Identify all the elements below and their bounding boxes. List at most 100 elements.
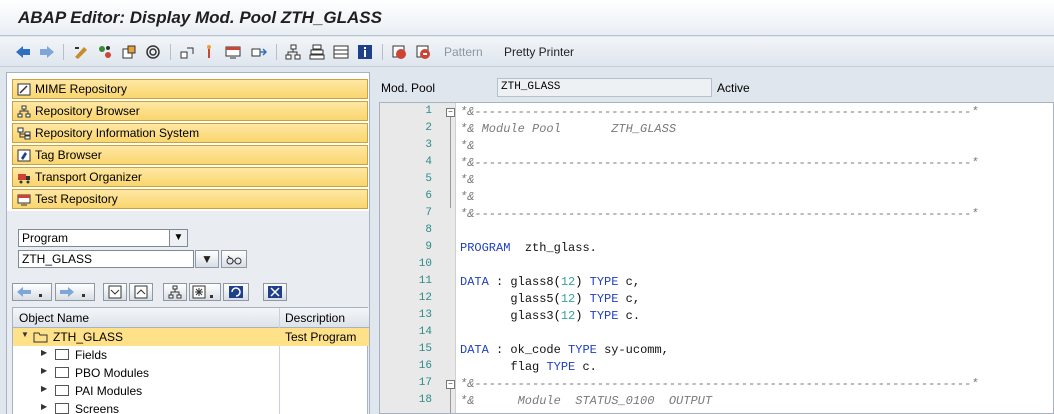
- close-tree-button[interactable]: [263, 283, 287, 301]
- nav-transport-organizer[interactable]: Transport Organizer: [12, 167, 368, 187]
- toolbar-separator: [170, 44, 171, 60]
- chevron-down-icon[interactable]: ▼: [169, 230, 187, 246]
- object-type-select[interactable]: Program ▼: [18, 229, 188, 247]
- line-number: 4: [425, 156, 432, 168]
- nav-mime-repository[interactable]: MIME Repository: [12, 79, 368, 99]
- nav-label: Repository Information System: [35, 126, 200, 140]
- code-line[interactable]: 10: [380, 257, 1053, 274]
- line-number: 2: [425, 122, 432, 134]
- forward-arrow-icon[interactable]: [38, 43, 56, 61]
- line-number: 18: [418, 394, 432, 406]
- refresh-icon: [229, 286, 243, 298]
- nav-repository-browser[interactable]: Repository Browser: [12, 101, 368, 121]
- tree-root-description: Test Program: [285, 330, 357, 344]
- tree-item-screens[interactable]: ▶ Screens: [13, 400, 369, 414]
- where-used-icon[interactable]: [178, 43, 196, 61]
- line-number: 5: [425, 173, 432, 185]
- tree-root-row[interactable]: ▼ ZTH_GLASS Test Program: [13, 328, 369, 346]
- table-layout-icon[interactable]: [332, 43, 350, 61]
- column-header-object-name[interactable]: Object Name: [19, 311, 89, 325]
- title-bar: ABAP Editor: Display Mod. Pool ZTH_GLASS: [0, 0, 1054, 36]
- chevron-right-icon[interactable]: ▶: [41, 402, 47, 411]
- collapse-block-icon[interactable]: −: [446, 380, 455, 389]
- back-arrow-icon[interactable]: [14, 43, 32, 61]
- chevron-down-icon[interactable]: ▼: [21, 330, 29, 339]
- navigation-window-icon[interactable]: [200, 43, 218, 61]
- chevron-right-icon[interactable]: ▶: [41, 366, 47, 375]
- code-line[interactable]: 1 − *&------------------------------------…: [380, 104, 1053, 121]
- code-line[interactable]: 17 − *&-----------------------------------…: [380, 376, 1053, 393]
- refresh-button[interactable]: [223, 283, 249, 301]
- pretty-printer-button[interactable]: Pretty Printer: [504, 45, 574, 59]
- line-number: 16: [418, 360, 432, 372]
- info-icon[interactable]: [356, 43, 374, 61]
- open-folder-icon: [33, 331, 49, 346]
- activate-icon[interactable]: [120, 43, 138, 61]
- object-name-dropdown-button[interactable]: ▼: [195, 250, 219, 268]
- modification-icon[interactable]: [414, 43, 432, 61]
- object-name-value: ZTH_GLASS: [22, 252, 93, 266]
- code-line[interactable]: 5 *&: [380, 172, 1053, 189]
- mime-icon: [16, 82, 32, 96]
- nav-test-repository[interactable]: Test Repository: [12, 189, 368, 209]
- collapse-all-button[interactable]: [129, 283, 153, 301]
- expand-all-button[interactable]: [103, 283, 127, 301]
- tree-root-label: ZTH_GLASS: [53, 330, 124, 344]
- code-line[interactable]: 9 PROGRAM zth_glass.: [380, 240, 1053, 257]
- line-number: 12: [418, 292, 432, 304]
- code-line[interactable]: 16 flag TYPE c.: [380, 359, 1053, 376]
- line-number: 6: [425, 190, 432, 202]
- history-forward-button[interactable]: [55, 283, 95, 301]
- object-tree: Object Name Description ▼ ZTH_GLASS Test…: [12, 307, 369, 414]
- code-editor[interactable]: 1− *&------------------------------------…: [379, 102, 1054, 414]
- code-text: *&: [460, 190, 475, 204]
- code-line[interactable]: 8: [380, 223, 1053, 240]
- code-line[interactable]: 7 *&-------------------------------------…: [380, 206, 1053, 223]
- nav-label: Repository Browser: [35, 104, 140, 118]
- display-object-list-icon[interactable]: [224, 43, 242, 61]
- code-line[interactable]: 12 glass5(12) TYPE c,: [380, 291, 1053, 308]
- code-line[interactable]: 2 *& Module Pool ZTH_GLASS: [380, 121, 1053, 138]
- hierarchy-icon: [168, 285, 182, 299]
- settings-button[interactable]: [189, 283, 221, 301]
- code-text: *&--------------------------------------…: [460, 377, 979, 391]
- program-status: Active: [717, 81, 750, 95]
- column-header-description[interactable]: Description: [285, 311, 345, 325]
- code-line[interactable]: 14: [380, 325, 1053, 342]
- test-run-icon[interactable]: [144, 43, 162, 61]
- nav-repository-information-system[interactable]: Repository Information System: [12, 123, 368, 143]
- object-list-icon[interactable]: [250, 43, 268, 61]
- nav-tag-browser[interactable]: Tag Browser: [12, 145, 368, 165]
- check-icon[interactable]: [96, 43, 114, 61]
- tree-item-pai-modules[interactable]: ▶ PAI Modules: [13, 382, 369, 400]
- program-name-field: ZTH_GLASS: [497, 78, 712, 97]
- code-line[interactable]: 6 *&: [380, 189, 1053, 206]
- folder-icon: [55, 385, 69, 396]
- hierarchy-button[interactable]: [163, 283, 187, 301]
- tree-item-fields[interactable]: ▶ Fields: [13, 346, 369, 364]
- hierarchy-icon[interactable]: [284, 43, 302, 61]
- chevron-right-icon[interactable]: ▶: [41, 384, 47, 393]
- history-back-button[interactable]: [12, 283, 52, 301]
- code-line[interactable]: 15 DATA : ok_code TYPE sy-ucomm,: [380, 342, 1053, 359]
- code-line[interactable]: 3 *&: [380, 138, 1053, 155]
- program-type-label: Mod. Pool: [381, 81, 436, 95]
- code-line[interactable]: 18 *& Module STATUS_0100 OUTPUT: [380, 393, 1053, 410]
- code-text: glass5(12) TYPE c,: [510, 292, 641, 306]
- collapse-block-icon[interactable]: −: [446, 108, 455, 117]
- toolbar-separator: [382, 44, 383, 60]
- toolbar-separator: [63, 44, 64, 60]
- switch-edit-icon[interactable]: [72, 43, 90, 61]
- pattern-button[interactable]: Pattern: [444, 45, 483, 59]
- display-glasses-button[interactable]: [221, 250, 247, 268]
- line-number: 3: [425, 139, 432, 151]
- object-name-input[interactable]: ZTH_GLASS: [18, 250, 194, 268]
- chevron-right-icon[interactable]: ▶: [41, 348, 47, 357]
- code-line[interactable]: 11 DATA : glass8(12) TYPE c,: [380, 274, 1053, 291]
- tree-item-pbo-modules[interactable]: ▶ PBO Modules: [13, 364, 369, 382]
- code-line[interactable]: 13 glass3(12) TYPE c.: [380, 308, 1053, 325]
- enhance-icon[interactable]: [390, 43, 408, 61]
- line-number: 10: [418, 258, 432, 270]
- code-line[interactable]: 4 *&-------------------------------------…: [380, 155, 1053, 172]
- stack-icon[interactable]: [308, 43, 326, 61]
